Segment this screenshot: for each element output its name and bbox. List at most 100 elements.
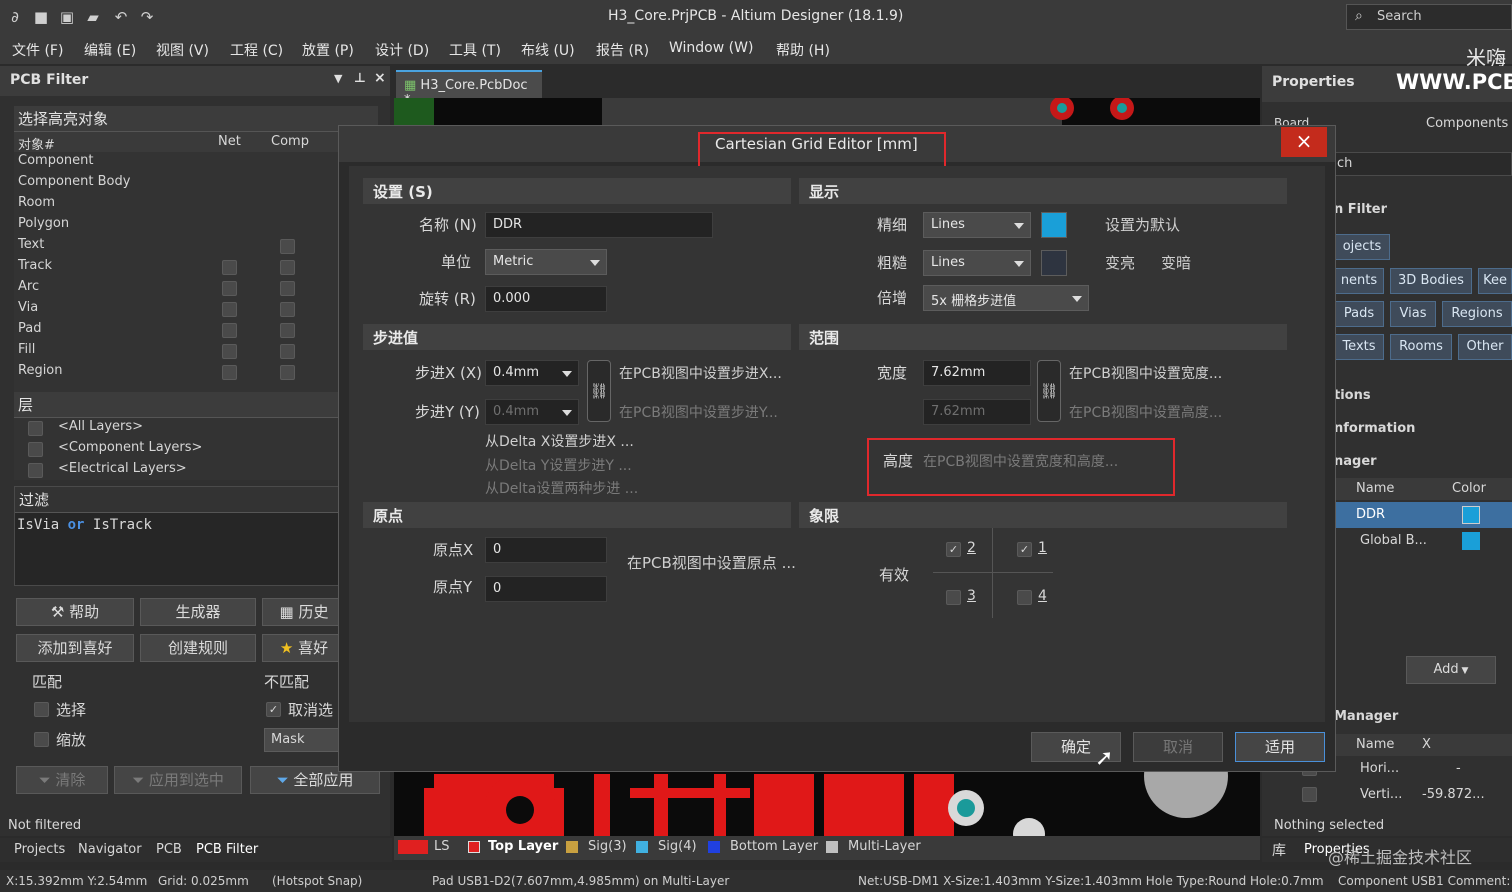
layer-tab-bottom[interactable]: Bottom Layer xyxy=(730,839,818,854)
options-section[interactable]: tions xyxy=(1334,388,1371,403)
menu-design[interactable]: 设计 (D) xyxy=(375,40,429,60)
favorites-button[interactable]: ★ 喜好 xyxy=(262,634,346,662)
layer-row[interactable]: <All Layers> xyxy=(14,418,378,439)
builder-button[interactable]: 生成器 xyxy=(140,598,256,626)
history-button[interactable]: ▦ 历史 xyxy=(262,598,346,626)
fine-color-swatch[interactable] xyxy=(1041,212,1067,238)
document-tab[interactable]: ▦ H3_Core.PcbDoc * xyxy=(396,70,542,108)
tab-navigator[interactable]: Navigator xyxy=(78,842,142,857)
layer-tab-sig4[interactable]: Sig(4) xyxy=(658,839,697,854)
darker-link[interactable]: 变暗 xyxy=(1161,252,1191,273)
coarse-color-swatch[interactable] xyxy=(1041,250,1067,276)
object-row[interactable]: Arc xyxy=(14,278,378,299)
search-box[interactable]: ⌕ Search xyxy=(1346,4,1512,30)
comp-checkbox[interactable] xyxy=(280,302,295,317)
net-checkbox[interactable] xyxy=(222,302,237,317)
object-row[interactable]: Fill xyxy=(14,341,378,362)
object-row[interactable]: Component Body xyxy=(14,173,378,194)
filter-pads-button[interactable]: Pads xyxy=(1334,301,1384,327)
layer-checkbox[interactable] xyxy=(28,442,43,457)
pin-icon[interactable]: ⊥ xyxy=(354,71,366,86)
grid-row-color-swatch[interactable] xyxy=(1462,532,1480,550)
tab-pcb[interactable]: PCB xyxy=(156,842,182,857)
select-checkbox[interactable] xyxy=(34,702,49,717)
filter-regions-button[interactable]: Regions xyxy=(1442,301,1512,327)
information-section[interactable]: nformation xyxy=(1334,421,1415,436)
grid-row-selected[interactable]: DDR xyxy=(1334,502,1512,528)
net-checkbox[interactable] xyxy=(222,281,237,296)
width-input[interactable]: 7.62mm xyxy=(923,360,1031,386)
object-row[interactable]: Track xyxy=(14,257,378,278)
filter-texts-button[interactable]: Texts xyxy=(1334,334,1384,360)
save-icon[interactable]: ■ xyxy=(32,8,50,26)
quadrant-2-checkbox[interactable]: ✓ xyxy=(946,542,961,557)
tab-library[interactable]: 库 xyxy=(1272,840,1286,860)
undo-icon[interactable]: ↶ xyxy=(112,8,130,26)
grid-row-color-swatch[interactable] xyxy=(1462,506,1480,524)
net-checkbox[interactable] xyxy=(222,323,237,338)
menu-help[interactable]: 帮助 (H) xyxy=(776,40,830,60)
filter-expression[interactable]: IsVia or IsTrack xyxy=(15,513,377,537)
clear-button[interactable]: ⏷ 清除 xyxy=(16,766,108,794)
layer-set-swatch[interactable] xyxy=(398,840,428,854)
object-row[interactable]: Pad xyxy=(14,320,378,341)
layer-tab-multi[interactable]: Multi-Layer xyxy=(848,839,921,854)
object-row[interactable]: Region xyxy=(14,362,378,383)
add-grid-button[interactable]: Add ▼ xyxy=(1406,656,1496,684)
origin-x-input[interactable]: 0 xyxy=(485,537,607,563)
save-all-icon[interactable]: ▣ xyxy=(58,8,76,26)
object-row[interactable]: Text xyxy=(14,236,378,257)
tab-pcb-filter[interactable]: PCB Filter xyxy=(196,842,258,857)
quadrant-4-checkbox[interactable] xyxy=(1017,590,1032,605)
all-objects-button[interactable]: ojects xyxy=(1334,234,1390,260)
quadrant-3-checkbox[interactable] xyxy=(946,590,961,605)
menu-place[interactable]: 放置 (P) xyxy=(302,40,354,60)
create-rule-button[interactable]: 创建规则 xyxy=(140,634,256,662)
deselect-checkbox[interactable]: ✓ xyxy=(266,702,281,717)
menu-file[interactable]: 文件 (F) xyxy=(12,40,63,60)
multiplier-dropdown[interactable]: 5x 栅格步进值 xyxy=(923,285,1089,311)
menu-project[interactable]: 工程 (C) xyxy=(230,40,283,60)
grid-name-input[interactable]: DDR xyxy=(485,212,713,238)
grid-row[interactable]: Global B... xyxy=(1334,528,1512,554)
menu-route[interactable]: 布线 (U) xyxy=(521,40,575,60)
guide-row[interactable]: Verti... -59.872... xyxy=(1298,784,1512,806)
set-origin-link[interactable]: 在PCB视图中设置原点 ... xyxy=(627,552,796,573)
panel-menu-icon[interactable]: ▼ xyxy=(334,72,342,85)
object-row[interactable]: Via xyxy=(14,299,378,320)
quadrant-1-checkbox[interactable]: ✓ xyxy=(1017,542,1032,557)
link-steps-button[interactable]: ⛓ xyxy=(587,360,611,422)
layer-set-label[interactable]: LS xyxy=(434,839,450,854)
set-stepx-link[interactable]: 在PCB视图中设置步进X... xyxy=(619,363,782,383)
help-button[interactable]: ⚒ 帮助 xyxy=(16,598,134,626)
tab-projects[interactable]: Projects xyxy=(14,842,65,857)
layer-tab-top[interactable]: Top Layer xyxy=(488,839,558,854)
layer-tab-sig3[interactable]: Sig(3) xyxy=(588,839,627,854)
add-favorite-button[interactable]: 添加到喜好 xyxy=(16,634,134,662)
layer-checkbox[interactable] xyxy=(28,463,43,478)
filter-vias-button[interactable]: Vias xyxy=(1390,301,1436,327)
layer-checkbox[interactable] xyxy=(28,421,43,436)
close-dialog-button[interactable]: × xyxy=(1281,127,1327,157)
redo-icon[interactable]: ↷ xyxy=(138,8,156,26)
link-range-button[interactable]: ⛓ xyxy=(1037,360,1061,422)
set-from-delta-x-link[interactable]: 从Delta X设置步进X ... xyxy=(485,431,634,451)
object-row[interactable]: Room xyxy=(14,194,378,215)
grid-manager-section[interactable]: nager xyxy=(1334,454,1377,469)
net-checkbox[interactable] xyxy=(222,260,237,275)
filter-other-button[interactable]: Other xyxy=(1458,334,1512,360)
comp-checkbox[interactable] xyxy=(280,239,295,254)
filter-rooms-button[interactable]: Rooms xyxy=(1390,334,1452,360)
mask-combo[interactable]: Mask xyxy=(264,728,344,752)
filter-components-button[interactable]: nents xyxy=(1334,268,1384,294)
comp-checkbox[interactable] xyxy=(280,344,295,359)
filter-3d-bodies-button[interactable]: 3D Bodies xyxy=(1390,268,1472,294)
menu-window[interactable]: Window (W) xyxy=(669,40,753,56)
comp-checkbox[interactable] xyxy=(280,281,295,296)
lighter-link[interactable]: 变亮 xyxy=(1105,252,1135,273)
object-row[interactable]: Polygon xyxy=(14,215,378,236)
net-checkbox[interactable] xyxy=(222,365,237,380)
set-width-link[interactable]: 在PCB视图中设置宽度... xyxy=(1069,363,1222,383)
layer-row[interactable]: <Electrical Layers> xyxy=(14,460,378,481)
set-default-link[interactable]: 设置为默认 xyxy=(1105,214,1180,235)
